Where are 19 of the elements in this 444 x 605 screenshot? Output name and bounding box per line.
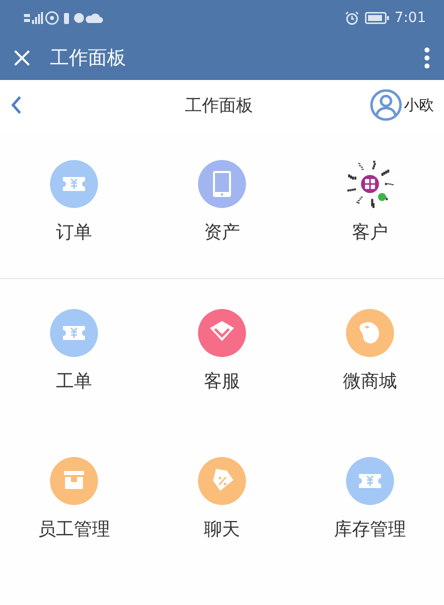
user-name: 小欧	[404, 96, 434, 114]
menu-item[interactable]: 客服	[148, 279, 296, 427]
menu-item[interactable]: 订单	[0, 130, 148, 278]
back-icon[interactable]	[10, 95, 22, 115]
menu-item[interactable]: 资产	[148, 130, 296, 278]
menu-item[interactable]: 员工管理	[0, 427, 148, 575]
menu-item[interactable]: 聊天	[148, 427, 296, 575]
menu-item[interactable]: 库存管理	[296, 427, 444, 575]
page-title: 工作面板	[184, 94, 254, 116]
close-icon[interactable]	[14, 50, 30, 66]
battery-icon	[364, 12, 389, 24]
more-menu-icon[interactable]	[424, 47, 430, 69]
alarm-icon	[344, 11, 359, 25]
menu-item[interactable]: 工单	[0, 279, 148, 427]
window-title: 工作面板	[50, 46, 127, 71]
menu-item[interactable]: 客户	[296, 130, 444, 278]
user-avatar-icon[interactable]	[370, 89, 402, 121]
clock-time: 7:01	[394, 10, 426, 26]
menu-item[interactable]: 微商城	[296, 279, 444, 427]
